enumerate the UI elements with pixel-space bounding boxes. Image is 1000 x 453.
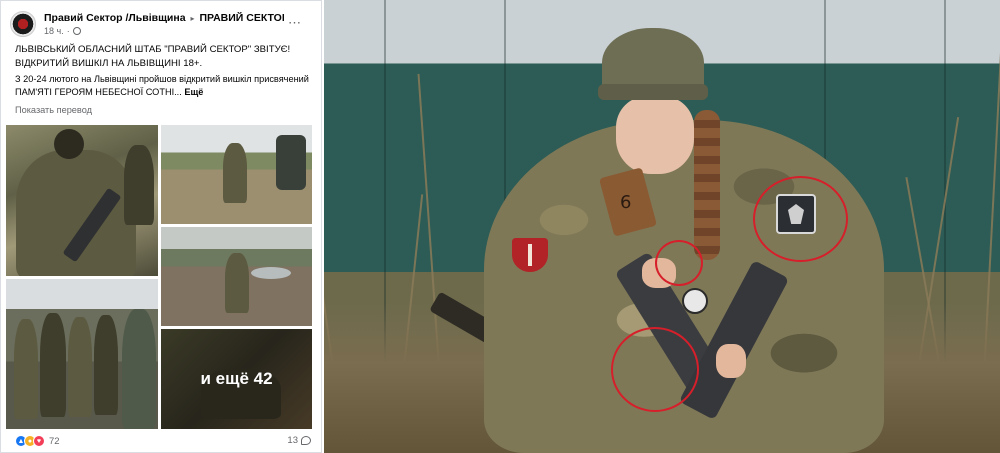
gallery-photo-4[interactable] [6, 279, 158, 429]
highlight-circle-patch [753, 176, 848, 262]
enlarged-photo: 6 [324, 0, 1000, 453]
group-separator-icon: ▸ [190, 14, 195, 23]
post-headline-2: ВІДКРИТИЙ ВИШКІЛ НА ЛЬВІВЩИНІ 18+. [15, 58, 203, 69]
comments-summary[interactable]: 13 [287, 435, 311, 446]
post-body-text: З 20-24 лютого на Львівщині пройшов відк… [15, 74, 309, 97]
page-avatar[interactable] [10, 11, 36, 37]
gallery-more-overlay[interactable]: и ещё 42 [161, 329, 312, 429]
gallery-photo-2[interactable] [161, 125, 312, 224]
gallery-photo-3[interactable] [161, 227, 312, 326]
globe-icon [72, 27, 81, 35]
comments-count[interactable]: 13 [287, 435, 298, 446]
highlight-circle-mark [611, 327, 699, 412]
group-name[interactable]: ПРАВИЙ СЕКТОР [199, 12, 284, 24]
face [616, 96, 694, 174]
puddle-shape [251, 267, 291, 279]
round-emblem-icon [682, 288, 708, 314]
comment-bubble-icon [301, 436, 311, 445]
soldier-figure [14, 319, 38, 419]
red-shoulder-patch [512, 238, 548, 272]
gallery-photo-1[interactable] [6, 125, 158, 276]
soldier-figure [94, 315, 118, 415]
highlight-circle-symbol [655, 240, 703, 286]
post-footer: ▲ ● ♥ 72 13 [15, 435, 311, 449]
more-options-icon[interactable]: ⋯ [288, 15, 302, 31]
reactions-count[interactable]: 72 [49, 436, 60, 447]
show-translation-link[interactable]: Показать перевод [15, 105, 92, 115]
soldier-figure [124, 145, 154, 225]
soldier-figure [122, 309, 156, 429]
love-reaction-icon: ♥ [33, 435, 45, 447]
soldier-head [54, 129, 84, 159]
post-author-line: Правий Сектор /Львівщина ▸ ПРАВИЙ СЕКТОР [44, 12, 284, 24]
author-name[interactable]: Правий Сектор /Львівщина [44, 12, 186, 24]
photo-gallery: и ещё 42 [6, 125, 312, 429]
soldier-figure [40, 313, 66, 417]
vehicle-shape [276, 135, 306, 190]
meta-dot: · [66, 26, 70, 36]
hair-braid [694, 110, 720, 260]
soldier-figure [68, 317, 92, 417]
see-more-link[interactable]: Ещё [184, 87, 203, 97]
soldier-figure [223, 143, 247, 203]
soldier-figure [225, 253, 249, 313]
reactions-summary[interactable]: ▲ ● ♥ 72 [15, 435, 60, 447]
post-time[interactable]: 18 ч. [44, 26, 64, 36]
post-headline-1: ЛЬВІВСЬКИЙ ОБЛАСНИЙ ШТАБ "ПРАВИЙ СЕКТОР"… [15, 44, 291, 55]
post-body: З 20-24 лютого на Львівщині пройшов відк… [15, 73, 311, 98]
gallery-photo-5[interactable]: и ещё 42 [161, 329, 312, 429]
right-hand [716, 344, 746, 378]
post-text: ЛЬВІВСЬКИЙ ОБЛАСНИЙ ШТАБ "ПРАВИЙ СЕКТОР"… [15, 43, 311, 98]
facebook-post: Правий Сектор /Львівщина ▸ ПРАВИЙ СЕКТОР… [0, 0, 322, 453]
post-header: Правий Сектор /Львівщина ▸ ПРАВИЙ СЕКТОР… [10, 9, 314, 39]
post-meta: 18 ч. · [44, 26, 81, 36]
knit-hat-cuff [598, 84, 708, 100]
strap-number: 6 [620, 192, 632, 213]
more-photos-count[interactable]: и ещё 42 [200, 369, 272, 389]
